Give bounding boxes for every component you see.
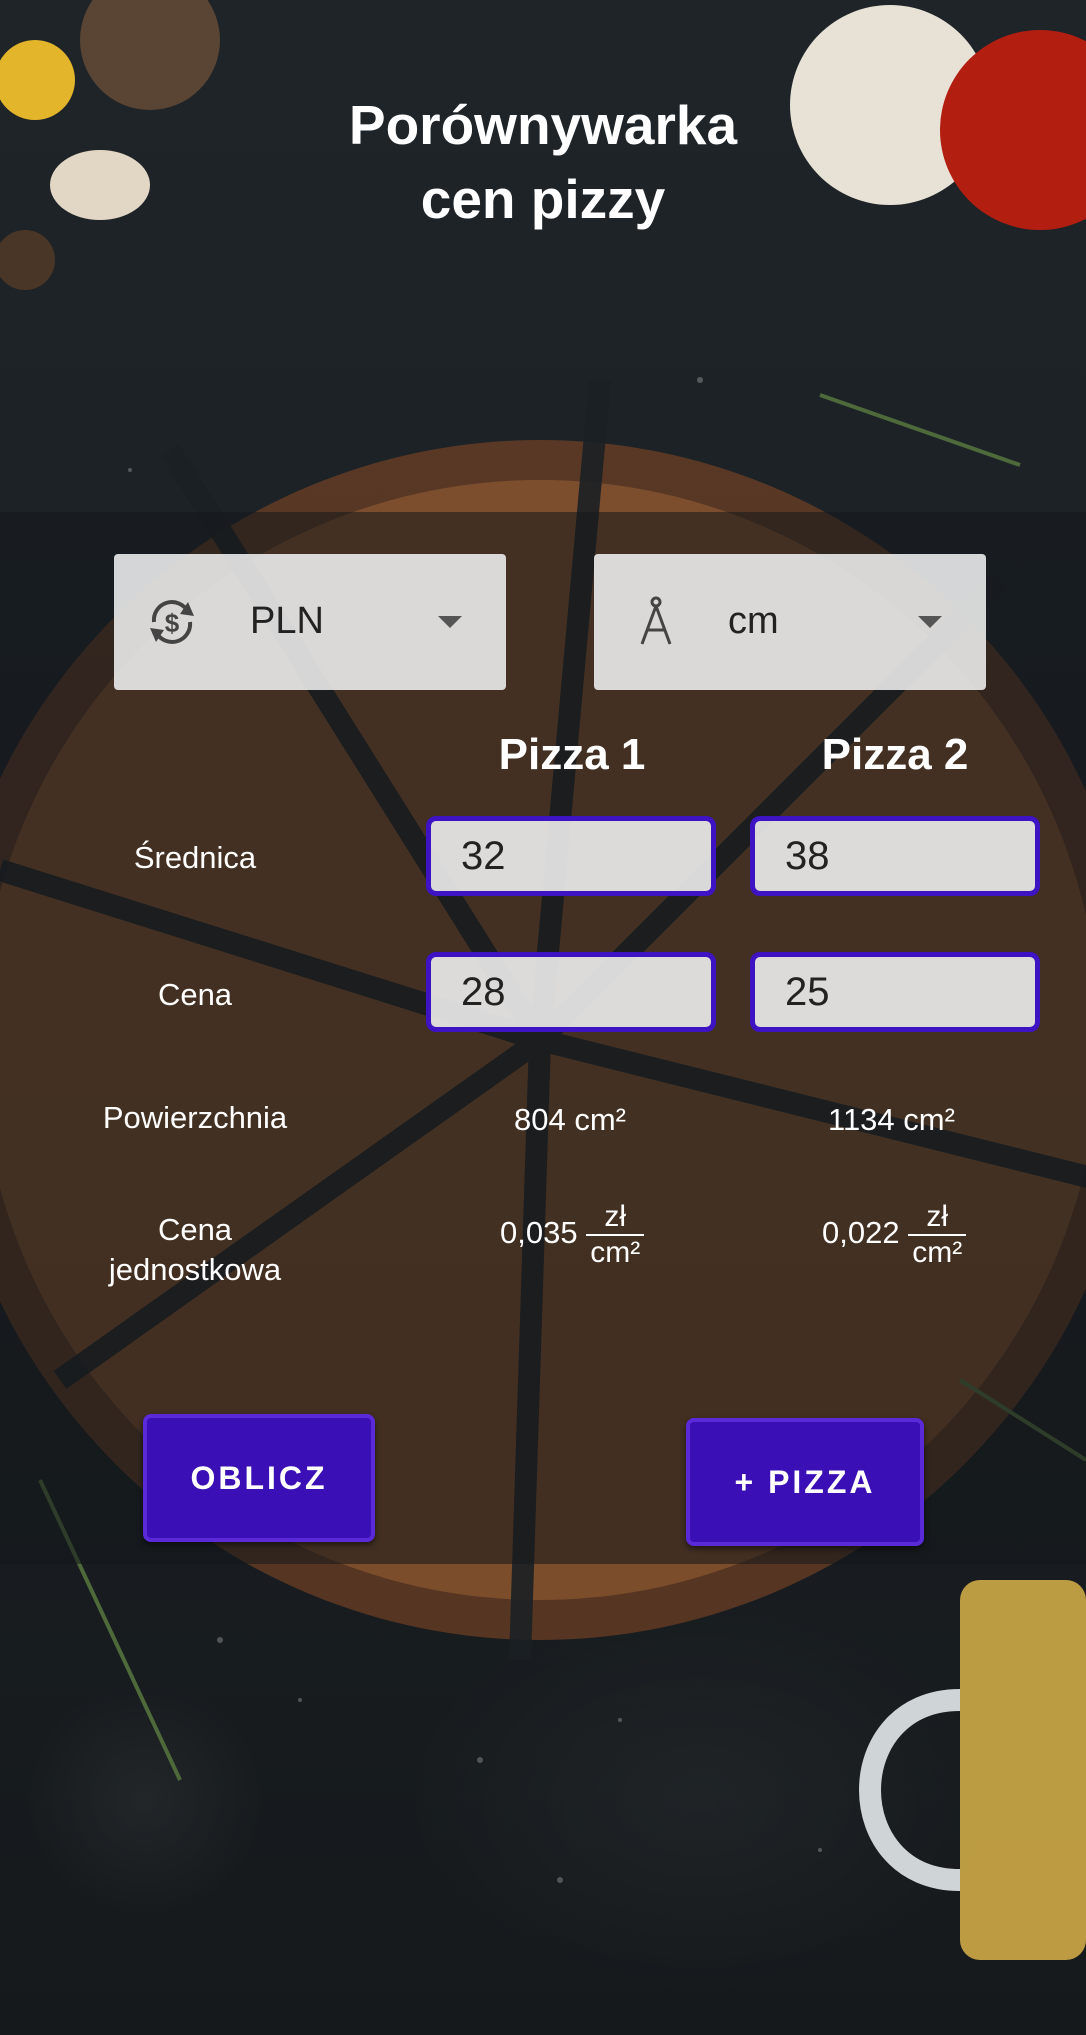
title-line-2: cen pizzy	[420, 168, 666, 230]
title-line-1: Porównywarka	[348, 94, 738, 156]
unit-price-label: Cena jednostkowa	[60, 1210, 330, 1290]
svg-text:$: $	[165, 608, 180, 638]
calculate-button[interactable]: OBLICZ	[143, 1414, 375, 1542]
pizza-2-unit-price-value: 0,022	[822, 1215, 900, 1251]
pizza-1-area-value: 804 cm²	[514, 1102, 626, 1137]
unit-price-label-line-2: jednostkowa	[108, 1252, 282, 1287]
pizza-1-unit-numerator: zł	[586, 1200, 645, 1236]
unit-price-label-line-1: Cena	[157, 1212, 233, 1247]
pizza-2-unit-numerator: zł	[908, 1200, 967, 1236]
add-pizza-button[interactable]: + PIZZA	[686, 1418, 924, 1546]
pizza-2-unit-fraction: zł cm²	[908, 1200, 967, 1270]
compass-icon	[640, 596, 672, 645]
area-label: Powierzchnia	[102, 1100, 288, 1135]
pizza-1-unit-fraction: zł cm²	[586, 1200, 645, 1270]
pizza-1-unit-denominator: cm²	[590, 1236, 641, 1269]
pizza-1-unit-price-value: 0,035	[500, 1215, 578, 1251]
pizza-2-unit-price: 0,022 zł cm²	[822, 1200, 967, 1270]
unit-value: cm	[728, 600, 779, 642]
unit-dropdown[interactable]: cm	[594, 554, 986, 690]
chevron-down-icon	[918, 616, 942, 628]
currency-dropdown[interactable]: $ PLN	[114, 554, 506, 690]
currency-exchange-icon: $	[150, 600, 194, 644]
page-title: Porównywarka cen pizzy	[0, 88, 1086, 236]
currency-value: PLN	[250, 600, 324, 642]
pizza-1-unit-price: 0,035 zł cm²	[500, 1200, 645, 1270]
pizza-1-header: Pizza 1	[498, 730, 646, 779]
pizza-2-header: Pizza 2	[821, 730, 969, 779]
price-label: Cena	[157, 977, 233, 1012]
chevron-down-icon	[438, 616, 462, 628]
pizza-1-price-input[interactable]	[426, 952, 716, 1032]
pizza-2-area-value: 1134 cm²	[828, 1102, 955, 1137]
pizza-2-unit-denominator: cm²	[912, 1236, 963, 1269]
pizza-1-diameter-input[interactable]	[426, 816, 716, 896]
pizza-2-diameter-input[interactable]	[750, 816, 1040, 896]
diameter-label: Średnica	[133, 840, 257, 875]
pizza-2-price-input[interactable]	[750, 952, 1040, 1032]
